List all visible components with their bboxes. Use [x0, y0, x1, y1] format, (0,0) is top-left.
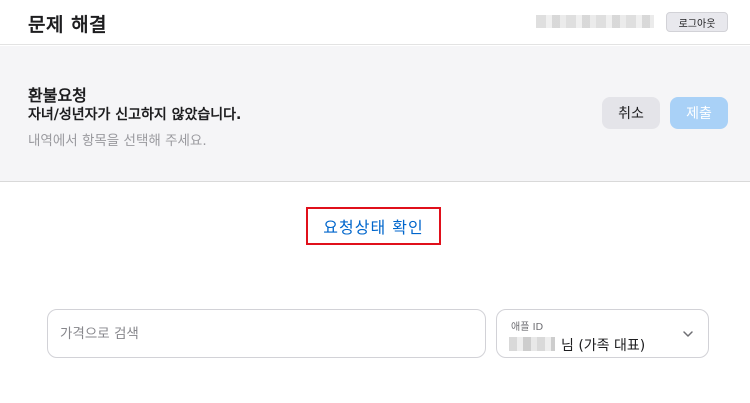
page-title: 문제 해결 — [28, 14, 108, 36]
status-link-highlight: 요청상태 확인 — [306, 207, 441, 245]
refund-request-panel: 환불요청 자녀/성년자가 신고하지 않았습니다. 내역에서 항목을 선택해 주세… — [0, 46, 750, 182]
apple-id-name-redacted — [509, 337, 555, 351]
chevron-down-icon — [683, 331, 693, 337]
top-bar: 문제 해결 로그아웃 — [0, 0, 750, 45]
account-name-redacted — [536, 15, 654, 28]
apple-id-value: 님 (가족 대표) — [561, 338, 646, 354]
apple-id-label: 애플 ID — [511, 322, 544, 333]
price-search-input[interactable] — [60, 323, 460, 345]
submit-button[interactable]: 제출 — [670, 97, 728, 129]
logout-button[interactable]: 로그아웃 — [666, 12, 728, 32]
cancel-button[interactable]: 취소 — [602, 97, 660, 129]
apple-id-select[interactable]: 애플 ID 님 (가족 대표) — [496, 309, 709, 358]
request-hint: 내역에서 항목을 선택해 주세요. — [28, 133, 207, 149]
check-request-status-link[interactable]: 요청상태 확인 — [323, 214, 423, 238]
request-reason: 자녀/성년자가 신고하지 않았습니다. — [28, 107, 242, 123]
search-box — [47, 309, 486, 358]
request-title: 환불요청 — [28, 86, 87, 105]
